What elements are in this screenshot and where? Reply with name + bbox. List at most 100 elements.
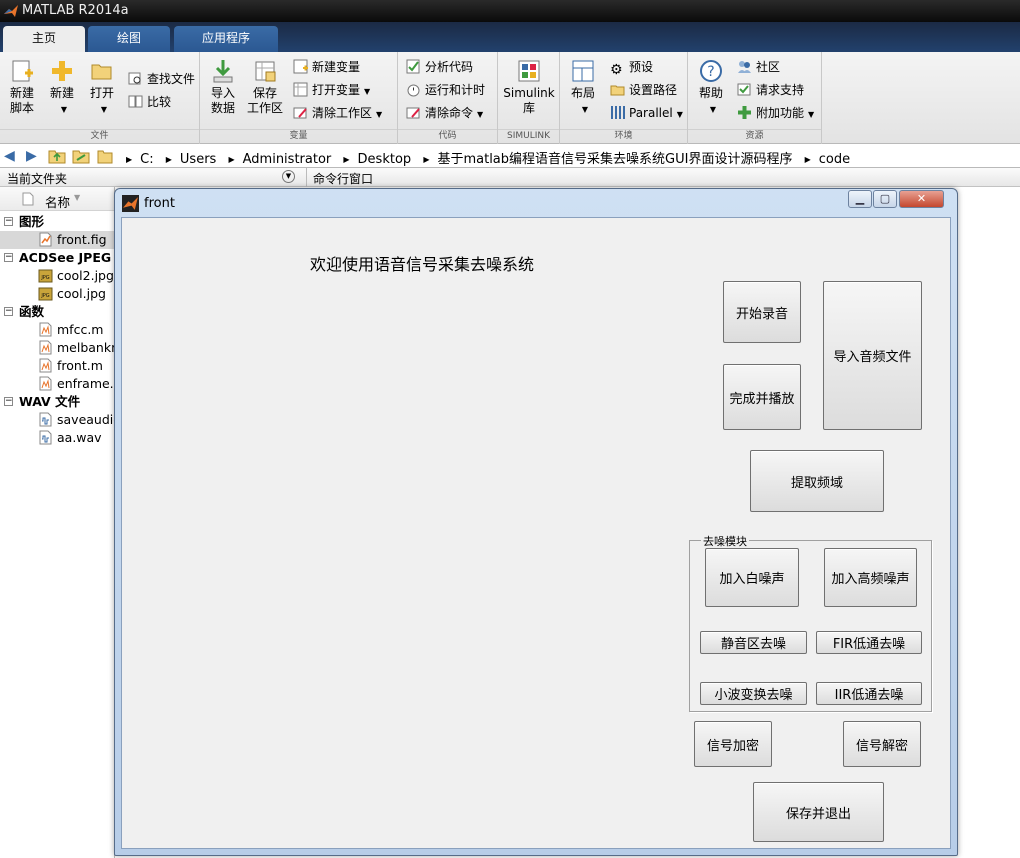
file-item[interactable]: mfcc.m	[0, 321, 114, 339]
silence-denoise-button[interactable]: 静音区去噪	[700, 631, 807, 654]
collapse-icon[interactable]: −	[4, 253, 13, 262]
panel-options-icon[interactable]: ▼	[282, 170, 295, 183]
forward-arrow-icon[interactable]: ▶	[26, 148, 37, 164]
chevron-down-icon: ▼	[364, 87, 371, 96]
fir-lowpass-button[interactable]: FIR低通去噪	[816, 631, 922, 654]
set-path-button[interactable]: 设置路径	[610, 80, 677, 100]
parallel-icon	[611, 106, 625, 119]
start-record-button[interactable]: 开始录音	[723, 281, 801, 343]
open-button[interactable]: 打开 ▼	[85, 58, 119, 117]
name-column-header[interactable]: 名称 ▼	[0, 187, 114, 211]
breadcrumb-separator-icon: ▶	[228, 155, 235, 164]
file-item[interactable]: saveaudio	[0, 411, 114, 429]
parallel-button[interactable]: Parallel ▼	[610, 103, 683, 123]
breadcrumb-separator-icon: ▶	[804, 155, 811, 164]
simulink-group-label: SIMULINK	[498, 129, 559, 142]
breadcrumb-item[interactable]: Users	[180, 152, 216, 167]
save-workspace-button[interactable]: 保存 工作区	[246, 58, 284, 116]
tab-plots[interactable]: 绘图	[88, 26, 170, 52]
clear-workspace-button[interactable]: 清除工作区 ▼	[293, 103, 382, 123]
breadcrumb-item[interactable]: Desktop	[358, 152, 412, 167]
breadcrumb-separator-icon: ▶	[423, 155, 430, 164]
community-button[interactable]: 社区	[737, 57, 780, 77]
clear-commands-button[interactable]: 清除命令 ▼	[406, 103, 483, 123]
add-white-noise-button[interactable]: 加入白噪声	[705, 548, 799, 607]
browse-folder-icon[interactable]	[72, 148, 90, 164]
close-button[interactable]: ✕	[899, 190, 944, 208]
encrypt-button[interactable]: 信号加密	[694, 721, 772, 767]
panel-header-bar: 当前文件夹 ▼ 命令行窗口	[0, 168, 1020, 187]
jpg-file-icon: JPG	[38, 287, 53, 301]
up-folder-icon[interactable]	[48, 148, 66, 164]
new-button[interactable]: 新建 ▼	[45, 58, 79, 117]
minimize-button[interactable]: ▁	[848, 190, 872, 208]
breadcrumb-item[interactable]: C:	[140, 152, 153, 167]
fig-file-icon	[39, 232, 52, 247]
breadcrumb-item[interactable]: 基于matlab编程语音信号采集去噪系统GUI界面设计源码程序	[437, 152, 792, 167]
add-highfreq-noise-button[interactable]: 加入高频噪声	[824, 548, 917, 607]
back-arrow-icon[interactable]: ◀	[4, 148, 15, 164]
finish-play-button[interactable]: 完成并播放	[723, 364, 801, 430]
import-data-label: 导入 数据	[210, 86, 235, 115]
analyze-code-button[interactable]: 分析代码	[406, 57, 473, 77]
file-item[interactable]: melbankm	[0, 339, 114, 357]
collapse-icon[interactable]: −	[4, 307, 13, 316]
sort-down-icon: ▼	[74, 193, 81, 202]
help-button[interactable]: ? 帮助 ▼	[694, 58, 728, 117]
tab-apps[interactable]: 应用程序	[174, 26, 278, 52]
preferences-button[interactable]: ⚙ 预设	[610, 57, 653, 78]
tree-group-label: 图形	[19, 214, 45, 229]
tree-group[interactable]: − 图形	[0, 213, 114, 231]
file-item[interactable]: JPG cool.jpg	[0, 285, 114, 303]
m-file-icon	[39, 340, 52, 355]
ribbon-group-simulink: Simulink 库 SIMULINK	[498, 52, 560, 144]
community-icon	[738, 61, 751, 73]
folder-icon	[97, 150, 113, 164]
tree-group[interactable]: −ACDSee JPEG 图	[0, 249, 114, 267]
save-exit-button[interactable]: 保存并退出	[753, 782, 884, 842]
tree-group[interactable]: − 函数	[0, 303, 114, 321]
maximize-button[interactable]: ▢	[873, 190, 897, 208]
find-files-button[interactable]: 查找文件	[128, 69, 195, 89]
panel-divider	[306, 168, 307, 187]
request-support-button[interactable]: 请求支持	[737, 80, 804, 100]
tree-group[interactable]: − WAV 文件	[0, 393, 114, 411]
import-audio-button[interactable]: 导入音频文件	[823, 281, 922, 430]
breadcrumb-separator-icon: ▶	[165, 155, 172, 164]
file-item-label: cool.jpg	[57, 286, 106, 301]
variable-group-label: 变量	[200, 129, 397, 142]
chevron-down-icon: ▼	[100, 105, 108, 114]
file-item[interactable]: JPG cool2.jpg	[0, 267, 114, 285]
file-item[interactable]: front.m	[0, 357, 114, 375]
file-item[interactable]: aa.wav	[0, 429, 114, 447]
open-variable-button[interactable]: 打开变量 ▼	[293, 80, 370, 100]
chevron-down-icon: ▼	[477, 110, 484, 119]
breadcrumb-item[interactable]: code	[819, 152, 850, 167]
add-ons-button[interactable]: 附加功能 ▼	[737, 103, 814, 123]
decrypt-button[interactable]: 信号解密	[843, 721, 921, 767]
file-item-label: front.m	[57, 358, 103, 373]
breadcrumb-item[interactable]: Administrator	[243, 152, 332, 167]
collapse-icon[interactable]: −	[4, 217, 13, 226]
import-data-button[interactable]: 导入 数据	[206, 58, 240, 116]
folder-open-icon	[91, 64, 112, 80]
run-and-time-button[interactable]: 运行和计时	[406, 80, 485, 100]
tab-home[interactable]: 主页	[3, 26, 85, 52]
new-variable-label: 新建变量	[312, 60, 361, 74]
simulink-library-button[interactable]: Simulink 库	[503, 58, 555, 116]
file-group-label: 文件	[0, 129, 199, 142]
extract-freq-button[interactable]: 提取频域	[750, 450, 884, 512]
new-variable-button[interactable]: 新建变量	[293, 57, 360, 77]
file-item[interactable]: enframe.m	[0, 375, 114, 393]
collapse-icon[interactable]: −	[4, 397, 13, 406]
app-title-bar: MATLAB R2014a	[0, 0, 1020, 22]
layout-button[interactable]: 布局 ▼	[566, 58, 600, 117]
iir-lowpass-button[interactable]: IIR低通去噪	[816, 682, 922, 705]
new-script-button[interactable]: 新建 脚本	[5, 58, 39, 116]
wavelet-denoise-button[interactable]: 小波变换去噪	[700, 682, 807, 705]
compare-button[interactable]: 比较	[128, 92, 171, 112]
svg-text:JPG: JPG	[40, 293, 49, 299]
matlab-logo-icon	[122, 195, 139, 212]
ribbon-group-variable: 导入 数据 保存 工作区 新建变量 打开变量 ▼ 清除工作区 ▼ 变量	[200, 52, 398, 144]
file-item[interactable]: front.fig	[0, 231, 114, 249]
